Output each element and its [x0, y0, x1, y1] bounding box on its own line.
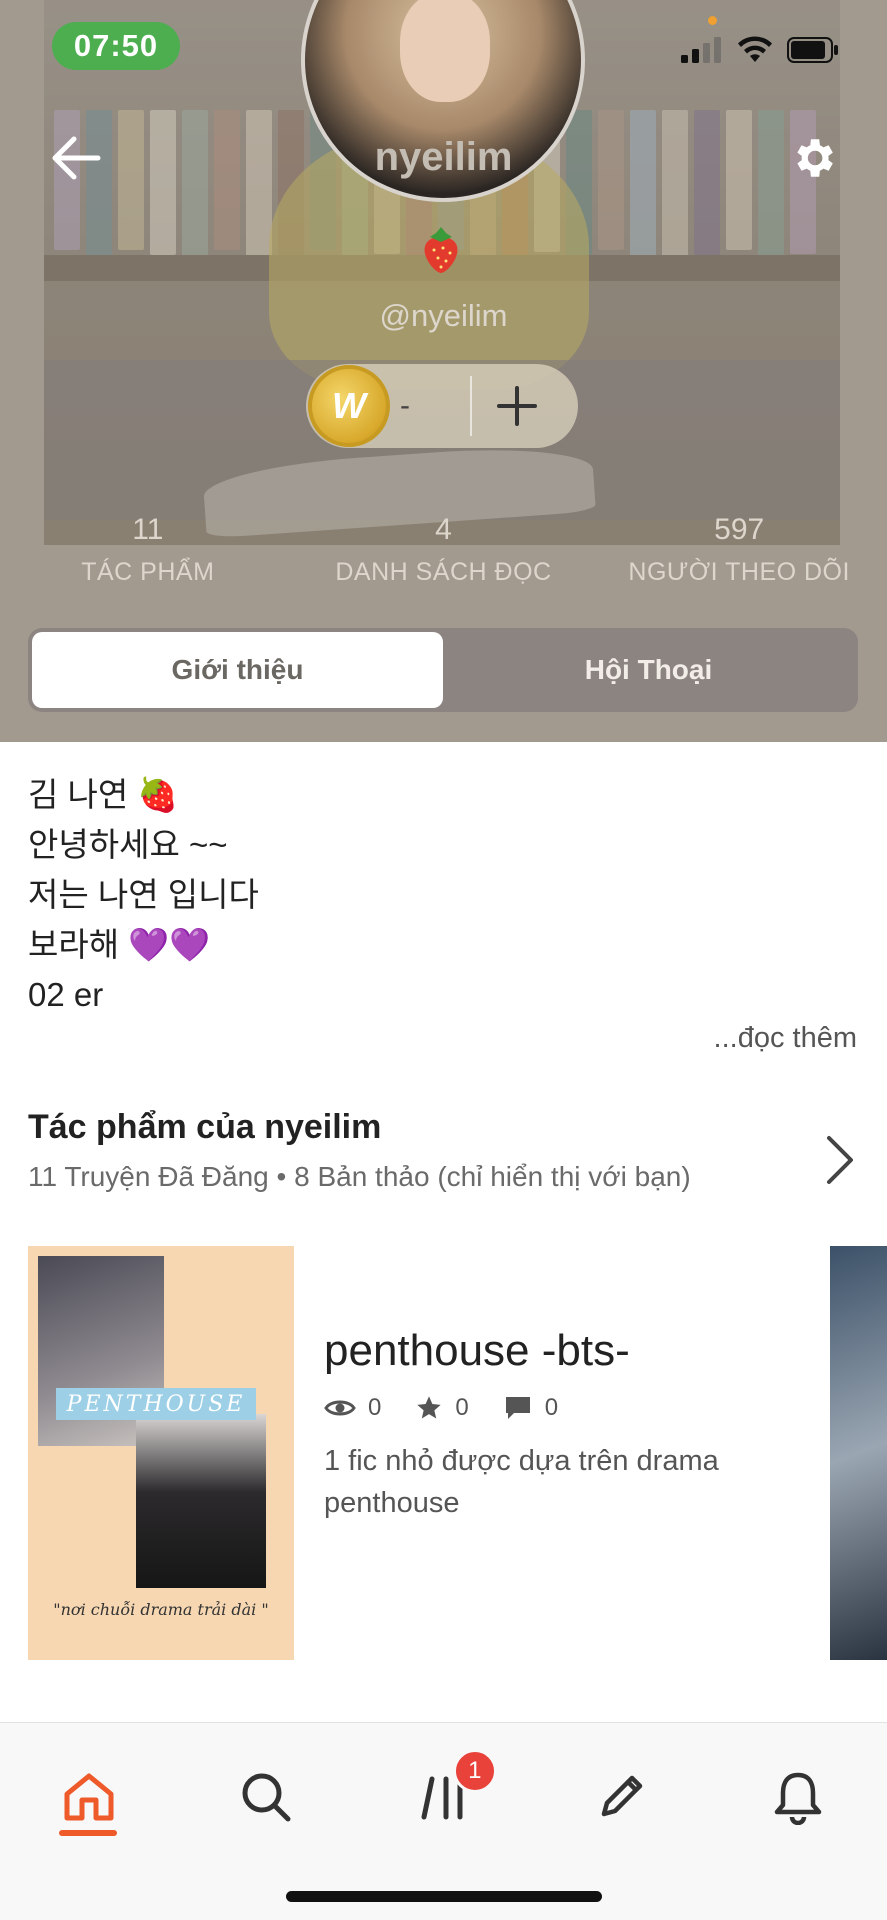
pencil-icon — [601, 1775, 643, 1817]
nav-notifications[interactable] — [710, 1747, 887, 1847]
wifi-icon — [738, 36, 772, 62]
coin-balance: W - — [306, 364, 578, 448]
cellular-signal-icon — [681, 37, 721, 63]
comment-icon — [505, 1397, 530, 1419]
works-subtitle: 11 Truyện Đã Đăng • 8 Bản thảo (chỉ hiển… — [28, 1161, 691, 1192]
story-title[interactable]: penthouse -bts- — [324, 1326, 794, 1376]
stat-label: NGƯỜI THEO DÕI — [628, 558, 850, 586]
bio-line: 안녕하세요 ~~ — [28, 826, 228, 863]
story-cover[interactable]: PENTHOUSE "nơi chuỗi drama trải dài " — [28, 1246, 294, 1660]
stat-works[interactable]: 11 TÁC PHẨM — [0, 512, 296, 587]
bell-icon — [775, 1772, 822, 1825]
chevron-right-icon[interactable] — [819, 1132, 859, 1188]
stat-value: 4 — [435, 513, 452, 546]
read-more-link[interactable]: ...đọc thêm — [714, 1022, 857, 1055]
cover-quote-text: "nơi chuỗi drama trải dài " — [53, 1600, 269, 1619]
tab-about[interactable]: Giới thiệu — [32, 632, 443, 708]
bottom-navigation: 1 — [0, 1722, 887, 1920]
read-count: 0 — [368, 1394, 382, 1421]
bio-line: 김 나연 🍓 — [28, 776, 179, 813]
privacy-indicator — [708, 16, 717, 25]
home-indicator — [286, 1891, 602, 1902]
story-stats: 0 0 0 — [324, 1394, 794, 1422]
bio-line: 02 er — [28, 976, 104, 1013]
story-description: 1 fic nhỏ được dựa trên drama penthouse — [324, 1445, 719, 1519]
plus-icon — [497, 386, 537, 426]
stat-label: DANH SÁCH ĐỌC — [335, 558, 552, 586]
stat-value: 11 — [132, 513, 164, 546]
profile-display-name: nyeilim — [374, 135, 513, 179]
home-icon — [64, 1773, 114, 1821]
bio-line: 보라해 💜💜 — [28, 926, 211, 963]
works-title: Tác phẩm của nyeilim — [28, 1108, 382, 1146]
nav-write[interactable] — [532, 1747, 709, 1847]
status-time: 07:50 — [52, 22, 180, 70]
story-card[interactable]: PENTHOUSE "nơi chuỗi drama trải dài " pe… — [28, 1246, 828, 1660]
stat-reading-lists[interactable]: 4 DANH SÁCH ĐỌC — [296, 512, 592, 587]
status-icons — [681, 36, 839, 64]
coin-count: - — [400, 389, 410, 422]
nav-search[interactable] — [177, 1747, 354, 1847]
profile-handle: @nyeilim — [379, 298, 508, 333]
library-badge: 1 — [452, 1749, 497, 1793]
search-icon — [242, 1773, 291, 1822]
coin-icon: W — [308, 365, 390, 447]
profile-stats: 11 TÁC PHẨM 4 DANH SÁCH ĐỌC 597 NGƯỜI TH… — [0, 512, 887, 587]
cover-banner-text: PENTHOUSE — [56, 1388, 256, 1420]
story-info: penthouse -bts- 0 0 0 1 fic nhỏ được dựa… — [324, 1326, 794, 1524]
strawberry-icon — [424, 227, 458, 273]
eye-icon — [324, 1400, 356, 1416]
bio-text: 김 나연 🍓 안녕하세요 ~~ 저는 나연 입니다 보라해 💜💜 02 er — [28, 770, 858, 1020]
add-coins-button[interactable] — [472, 364, 562, 448]
profile-tabs: Giới thiệu Hội Thoại — [28, 628, 858, 712]
stat-value: 597 — [714, 513, 765, 546]
tab-conversations[interactable]: Hội Thoại — [443, 632, 854, 708]
vote-count: 0 — [455, 1394, 469, 1421]
stat-label: TÁC PHẨM — [81, 558, 215, 586]
next-story-cover[interactable] — [830, 1246, 887, 1660]
comment-count: 0 — [544, 1394, 559, 1421]
profile-header: 07:50 nyeilim @nyeilim W - 11 TÁC PHẨM 4… — [0, 0, 887, 742]
works-section-header[interactable]: Tác phẩm của nyeilim 11 Truyện Đã Đăng •… — [28, 1108, 858, 1193]
battery-icon — [787, 37, 838, 63]
nav-library[interactable]: 1 — [355, 1747, 532, 1847]
stat-followers[interactable]: 597 NGƯỜI THEO DÕI — [591, 512, 887, 587]
star-icon — [417, 1396, 442, 1419]
active-tab-indicator — [59, 1830, 117, 1836]
bio-line: 저는 나연 입니다 — [28, 876, 259, 913]
